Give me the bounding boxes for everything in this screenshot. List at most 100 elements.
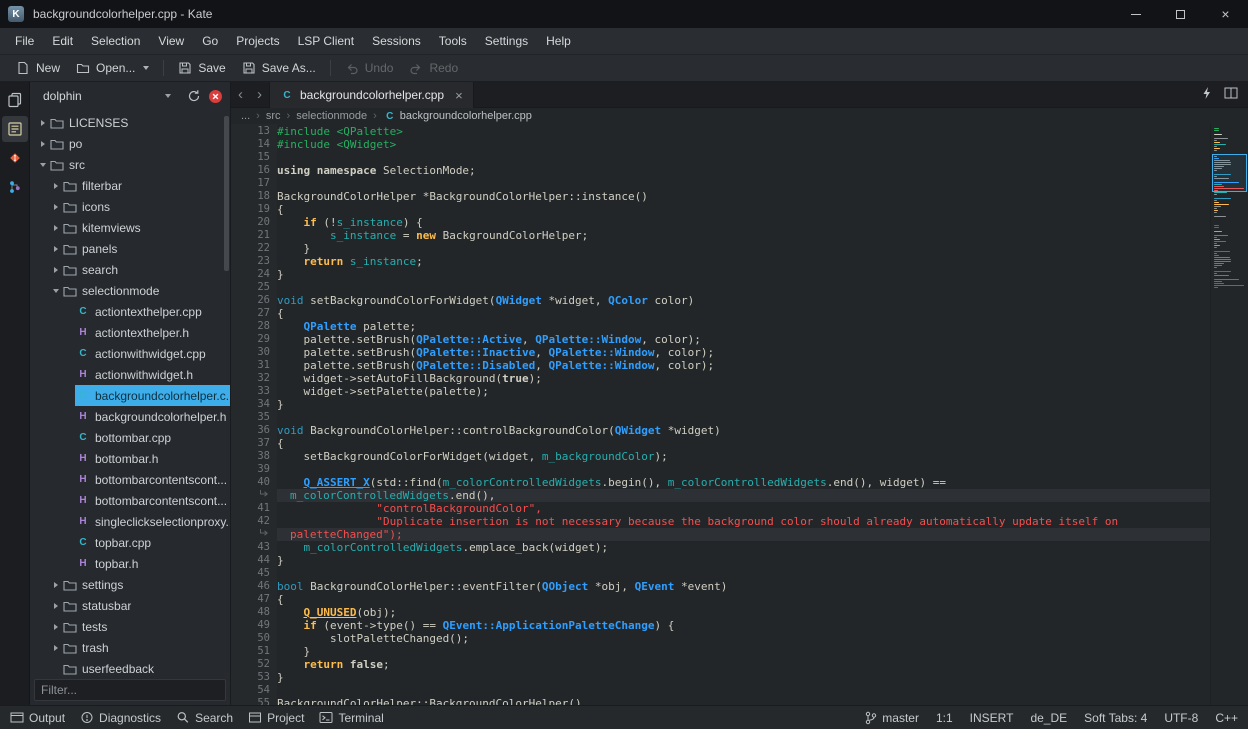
menu-selection[interactable]: Selection [82, 30, 149, 52]
chevron-right-icon[interactable] [36, 141, 49, 147]
sidebar-tool-symbols[interactable] [2, 174, 28, 200]
tree-folder-userfeedback[interactable]: userfeedback [30, 658, 230, 676]
code-token: { [277, 307, 284, 320]
status-insert[interactable]: INSERT [970, 711, 1014, 725]
statusbar-panel-project[interactable]: Project [248, 711, 304, 725]
tree-folder-licenses[interactable]: LICENSES [30, 112, 230, 133]
tree-file-bottombarcontentscont[interactable]: Hbottombarcontentscont... [30, 469, 230, 490]
tree-file-actionwithwidget-cpp[interactable]: Cactionwithwidget.cpp [30, 343, 230, 364]
reload-project-icon[interactable] [187, 89, 201, 103]
tab-forward-button[interactable]: › [250, 86, 269, 103]
tree-file-topbar-cpp[interactable]: Ctopbar.cpp [30, 532, 230, 553]
tree-file-bottombarcontentscont[interactable]: Hbottombarcontentscont... [30, 490, 230, 511]
line-number: 44 [231, 554, 270, 567]
maximize-button[interactable] [1158, 0, 1203, 28]
tree-folder-kitemviews[interactable]: kitemviews [30, 217, 230, 238]
status-utf-8[interactable]: UTF-8 [1164, 711, 1198, 725]
breadcrumb-item-backgroundcolorhelper-cpp[interactable]: Cbackgroundcolorhelper.cpp [383, 110, 532, 122]
tree-file-actionwithwidget-h[interactable]: Hactionwithwidget.h [30, 364, 230, 385]
project-selector[interactable]: dolphin [37, 86, 180, 106]
breadcrumb-item-[interactable]: ... [241, 110, 250, 122]
tree-folder-po[interactable]: po [30, 133, 230, 154]
tree-file-bottombar-h[interactable]: Hbottombar.h [30, 448, 230, 469]
status-master[interactable]: master [865, 711, 919, 725]
tree-file-backgroundcolorhelper-h[interactable]: Hbackgroundcolorhelper.h [30, 406, 230, 427]
tab-close-icon[interactable]: × [455, 88, 463, 103]
tree-folder-statusbar[interactable]: statusbar [30, 595, 230, 616]
chevron-right-icon[interactable] [49, 582, 62, 588]
menu-file[interactable]: File [6, 30, 43, 52]
chevron-right-icon[interactable] [49, 267, 62, 273]
save-as-button[interactable]: Save As... [234, 58, 324, 78]
minimize-button[interactable] [1113, 0, 1158, 28]
close-button[interactable]: × [1203, 0, 1248, 28]
code-lines[interactable]: #include <QPalette>#include <QWidget>usi… [277, 124, 1210, 705]
tree-folder-panels[interactable]: panels [30, 238, 230, 259]
minimap-viewport[interactable] [1212, 154, 1247, 192]
chevron-right-icon[interactable] [49, 225, 62, 231]
minimap[interactable] [1210, 124, 1248, 705]
chevron-right-icon[interactable] [49, 183, 62, 189]
tree-folder-tests[interactable]: tests [30, 616, 230, 637]
tree-file-singleclickselectionproxy[interactable]: Hsingleclickselectionproxy... [30, 511, 230, 532]
sidebar-tool-git[interactable] [2, 145, 28, 171]
tree-folder-src[interactable]: src [30, 154, 230, 175]
statusbar-panel-diagnostics[interactable]: Diagnostics [80, 711, 161, 725]
tree-folder-trash[interactable]: trash [30, 637, 230, 658]
menu-view[interactable]: View [149, 30, 193, 52]
status-de-de[interactable]: de_DE [1030, 711, 1067, 725]
tree-folder-settings[interactable]: settings [30, 574, 230, 595]
status-c[interactable]: C++ [1215, 711, 1238, 725]
quick-actions-icon[interactable] [1201, 86, 1212, 103]
tree-folder-selectionmode[interactable]: selectionmode [30, 280, 230, 301]
save-button[interactable]: Save [170, 58, 233, 78]
chevron-down-icon[interactable] [49, 289, 62, 293]
sidebar-tool-documents[interactable] [2, 87, 28, 113]
statusbar-panel-output[interactable]: Output [10, 711, 65, 725]
chevron-right-icon[interactable] [49, 204, 62, 210]
breadcrumb-item-src[interactable]: src [266, 110, 281, 122]
menu-settings[interactable]: Settings [476, 30, 537, 52]
tree-file-actiontexthelper-h[interactable]: Hactiontexthelper.h [30, 322, 230, 343]
status-soft-tabs-4[interactable]: Soft Tabs: 4 [1084, 711, 1147, 725]
tree-file-backgroundcolorhelper-c[interactable]: Cbackgroundcolorhelper.c... [30, 385, 230, 406]
chevron-right-icon[interactable] [49, 246, 62, 252]
undo-button[interactable]: Undo [337, 58, 402, 78]
tree-folder-filterbar[interactable]: filterbar [30, 175, 230, 196]
menu-lsp-client[interactable]: LSP Client [289, 30, 363, 52]
menu-projects[interactable]: Projects [227, 30, 288, 52]
tree-file-actiontexthelper-cpp[interactable]: Cactiontexthelper.cpp [30, 301, 230, 322]
chevron-right-icon[interactable] [49, 624, 62, 630]
tree-item-content: statusbar [62, 595, 230, 616]
status-1-1[interactable]: 1:1 [936, 711, 953, 725]
statusbar-panel-search[interactable]: Search [176, 711, 233, 725]
sidebar-tool-projects[interactable] [2, 116, 28, 142]
open-button[interactable]: Open... [68, 58, 157, 78]
chevron-down-icon[interactable] [36, 163, 49, 167]
close-document-icon[interactable] [208, 89, 223, 104]
chevron-right-icon[interactable] [49, 603, 62, 609]
filter-input[interactable] [34, 679, 226, 701]
tree-folder-search[interactable]: search [30, 259, 230, 280]
tree-scrollbar[interactable] [224, 116, 229, 271]
menu-tools[interactable]: Tools [430, 30, 476, 52]
tab-backgroundcolorhelper-cpp[interactable]: Cbackgroundcolorhelper.cpp× [269, 82, 474, 108]
statusbar-panel-terminal[interactable]: Terminal [319, 711, 383, 725]
menu-edit[interactable]: Edit [43, 30, 82, 52]
breadcrumb-item-selectionmode[interactable]: selectionmode [296, 110, 367, 122]
split-view-icon[interactable] [1224, 87, 1238, 102]
tree-folder-icons[interactable]: icons [30, 196, 230, 217]
menu-help[interactable]: Help [537, 30, 580, 52]
tree-file-bottombar-cpp[interactable]: Cbottombar.cpp [30, 427, 230, 448]
gutter[interactable]: 1314151617181920212223242526272829303132… [231, 124, 277, 705]
menu-go[interactable]: Go [193, 30, 227, 52]
new-button[interactable]: New [8, 58, 68, 78]
chevron-right-icon[interactable] [49, 645, 62, 651]
code-token: (obj); [356, 606, 396, 619]
menu-sessions[interactable]: Sessions [363, 30, 430, 52]
tree-file-topbar-h[interactable]: Htopbar.h [30, 553, 230, 574]
tab-back-button[interactable]: ‹ [231, 86, 250, 103]
redo-button[interactable]: Redo [401, 58, 466, 78]
chevron-right-icon[interactable] [36, 120, 49, 126]
minimap-line [1214, 245, 1220, 246]
